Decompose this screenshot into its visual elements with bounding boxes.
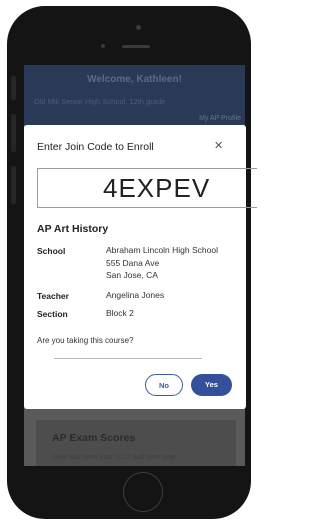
front-camera-icon bbox=[136, 25, 141, 30]
student-school-line: Old Mill Senior High School, 12th grade bbox=[34, 97, 166, 106]
mute-switch bbox=[11, 76, 16, 100]
school-value: Abraham Lincoln High School 555 Dana Ave… bbox=[106, 244, 218, 282]
school-city: San Jose, CA bbox=[106, 270, 158, 280]
app-header: Welcome, Kathleen! Old Mill Senior High … bbox=[24, 65, 245, 125]
close-icon[interactable]: ✕ bbox=[214, 139, 223, 152]
modal-title: Enter Join Code to Enroll bbox=[37, 141, 154, 153]
course-name: AP Art History bbox=[37, 223, 109, 235]
volume-down-button bbox=[11, 166, 16, 204]
school-label: School bbox=[37, 246, 66, 256]
ap-profile-link[interactable]: My AP Profile bbox=[199, 115, 241, 122]
divider bbox=[54, 358, 202, 359]
ap-exam-scores-card[interactable]: AP Exam Scores View and send your 2017 a… bbox=[36, 420, 236, 466]
welcome-heading: Welcome, Kathleen! bbox=[87, 74, 182, 85]
enroll-question: Are you taking this course? bbox=[37, 336, 134, 345]
school-street: 555 Dana Ave bbox=[106, 257, 160, 268]
section-label: Section bbox=[37, 309, 68, 319]
home-button[interactable] bbox=[123, 472, 163, 512]
section-value: Block 2 bbox=[106, 308, 134, 318]
sensor-icon bbox=[101, 44, 105, 48]
yes-button[interactable]: Yes bbox=[191, 374, 232, 396]
join-code-field[interactable]: 4EXPEV bbox=[37, 168, 257, 208]
join-code-modal: Enter Join Code to Enroll ✕ 4EXPEV AP Ar… bbox=[24, 125, 257, 409]
join-code-value: 4EXPEV bbox=[103, 173, 211, 203]
teacher-label: Teacher bbox=[37, 291, 69, 301]
card-subtitle: View and send your 2017 and prior year bbox=[52, 454, 177, 461]
volume-up-button bbox=[11, 114, 16, 152]
school-name: Abraham Lincoln High School bbox=[106, 245, 218, 255]
teacher-value: Angelina Jones bbox=[106, 290, 165, 300]
speaker-grille bbox=[122, 45, 150, 48]
no-button[interactable]: No bbox=[145, 374, 183, 396]
card-title: AP Exam Scores bbox=[52, 432, 136, 444]
